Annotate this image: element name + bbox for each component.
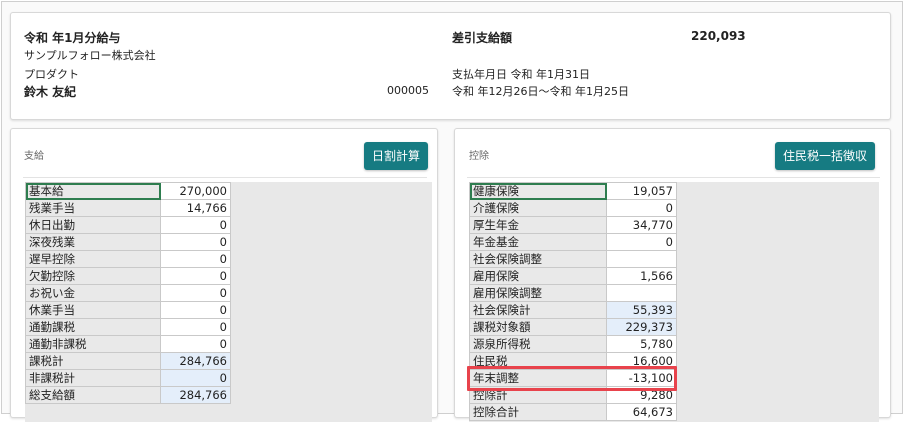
deduction-row-value[interactable]: 64,673 (606, 403, 677, 421)
payment-row: 通勤課税 0 (25, 318, 231, 336)
year-end-adjustment-highlight (467, 366, 677, 391)
payment-row-value[interactable]: 0 (160, 216, 231, 234)
deduction-row-label[interactable]: 社会保険計 (469, 301, 607, 319)
deduction-row-label[interactable]: 介護保険 (469, 199, 607, 217)
deduction-row-value[interactable]: 34,770 (606, 216, 677, 234)
deduction-row-label[interactable]: 健康保険 (469, 182, 607, 200)
payment-row-label[interactable]: 非課税計 (25, 369, 161, 387)
company-name: サンプルフォロー株式会社 (24, 49, 156, 62)
payments-section-label: 支給 (24, 151, 44, 162)
prorate-calc-button[interactable]: 日割計算 (364, 142, 429, 170)
payment-row-label[interactable]: 休業手当 (25, 301, 161, 319)
department-name: プロダクト (24, 68, 79, 81)
deduction-row-value[interactable] (606, 284, 677, 302)
deduction-row: 健康保険 19,057 (469, 182, 677, 200)
pay-date: 支払年月日 令和 年1月31日 (452, 68, 590, 81)
deduction-row: 雇用保険調整 (469, 284, 677, 302)
payment-row: 休日出勤 0 (25, 216, 231, 234)
payment-row: 非課税計 0 (25, 369, 231, 387)
deduction-row: 雇用保険 1,566 (469, 267, 677, 285)
deduction-row-value[interactable]: 0 (606, 199, 677, 217)
deduction-row-label[interactable]: 控除合計 (469, 403, 607, 421)
payments-table: 基本給 270,000 残業手当 14,766 休日出勤 0 深夜残業 0 遅早控除 0 欠勤控除 0… (25, 182, 231, 404)
payment-row: お祝い金 0 (25, 284, 231, 302)
deductions-card: 控除 住民税一括徴収 健康保険 19,057 介護保険 0 厚生年金 34,770 年金基金… (454, 128, 891, 422)
deductions-divider (467, 177, 880, 178)
net-pay-label: 差引支給額 (452, 31, 513, 45)
deduction-row: 厚生年金 34,770 (469, 216, 677, 234)
employee-name: 鈴木 友紀 (24, 85, 77, 99)
payment-row: 深夜残業 0 (25, 233, 231, 251)
deduction-row-label[interactable]: 年金基金 (469, 233, 607, 251)
payment-row-label[interactable]: 残業手当 (25, 199, 161, 217)
deduction-row-value[interactable]: 55,393 (606, 301, 677, 319)
deduction-row-value[interactable] (606, 250, 677, 268)
payment-row-label[interactable]: 通勤非課税 (25, 335, 161, 353)
payment-row-label[interactable]: 基本給 (25, 182, 161, 200)
resident-tax-lump-sum-button[interactable]: 住民税一括徴収 (775, 142, 876, 170)
payment-row-value[interactable]: 0 (160, 250, 231, 268)
payment-row-value[interactable]: 0 (160, 284, 231, 302)
payments-card: 支給 日割計算 基本給 270,000 残業手当 14,766 休日出勤 0 深夜残業 0 遅早… (10, 128, 438, 422)
payment-row: 通勤非課税 0 (25, 335, 231, 353)
deduction-row: 年金基金 0 (469, 233, 677, 251)
deduction-row-value[interactable]: 19,057 (606, 182, 677, 200)
payment-row: 遅早控除 0 (25, 250, 231, 268)
payment-row-label[interactable]: 欠勤控除 (25, 267, 161, 285)
deduction-row-value[interactable]: 0 (606, 233, 677, 251)
payment-row-label[interactable]: 休日出勤 (25, 216, 161, 234)
payment-row-label[interactable]: 遅早控除 (25, 250, 161, 268)
deduction-row-value[interactable]: 1,566 (606, 267, 677, 285)
deduction-row-label[interactable]: 源泉所得税 (469, 335, 607, 353)
payment-row-value[interactable]: 284,766 (160, 352, 231, 370)
deduction-row: 課税対象額 229,373 (469, 318, 677, 336)
payment-row: 総支給額 284,766 (25, 386, 231, 404)
net-pay-value: 220,093 (691, 29, 746, 43)
deduction-row: 控除合計 64,673 (469, 403, 677, 421)
deduction-row-label[interactable]: 厚生年金 (469, 216, 607, 234)
payment-row: 残業手当 14,766 (25, 199, 231, 217)
deductions-section-label: 控除 (469, 151, 489, 162)
payment-row-value[interactable]: 284,766 (160, 386, 231, 404)
deduction-row-label[interactable]: 雇用保険調整 (469, 284, 607, 302)
payment-row-label[interactable]: 総支給額 (25, 386, 161, 404)
payment-row-value[interactable]: 0 (160, 267, 231, 285)
deduction-row-value[interactable]: 229,373 (606, 318, 677, 336)
deduction-row: 源泉所得税 5,780 (469, 335, 677, 353)
payment-row-value[interactable]: 0 (160, 335, 231, 353)
deduction-row: 社会保険調整 (469, 250, 677, 268)
deduction-row: 社会保険計 55,393 (469, 301, 677, 319)
payment-row-value[interactable]: 0 (160, 369, 231, 387)
payment-row-value[interactable]: 0 (160, 318, 231, 336)
employee-code: 000005 (387, 84, 429, 97)
payment-row: 基本給 270,000 (25, 182, 231, 200)
payments-divider (23, 177, 427, 178)
payment-row: 休業手当 0 (25, 301, 231, 319)
deduction-row-value[interactable]: 5,780 (606, 335, 677, 353)
deduction-row-label[interactable]: 社会保険調整 (469, 250, 607, 268)
payment-row-value[interactable]: 14,766 (160, 199, 231, 217)
payslip-header-card: 令和 年1月分給与 サンプルフォロー株式会社 プロダクト 鈴木 友紀 00000… (10, 12, 891, 120)
payment-row-value[interactable]: 0 (160, 233, 231, 251)
pay-period: 令和 年12月26日～令和 年1月25日 (452, 85, 629, 98)
deduction-row: 介護保険 0 (469, 199, 677, 217)
payslip-title: 令和 年1月分給与 (24, 31, 121, 45)
payment-row-label[interactable]: 深夜残業 (25, 233, 161, 251)
payment-row-label[interactable]: お祝い金 (25, 284, 161, 302)
deduction-row-label[interactable]: 雇用保険 (469, 267, 607, 285)
payment-row-label[interactable]: 通勤課税 (25, 318, 161, 336)
payment-row-value[interactable]: 0 (160, 301, 231, 319)
deduction-row-label[interactable]: 課税対象額 (469, 318, 607, 336)
payment-row-label[interactable]: 課税計 (25, 352, 161, 370)
payment-row-value[interactable]: 270,000 (160, 182, 231, 200)
payment-row: 欠勤控除 0 (25, 267, 231, 285)
payment-row: 課税計 284,766 (25, 352, 231, 370)
